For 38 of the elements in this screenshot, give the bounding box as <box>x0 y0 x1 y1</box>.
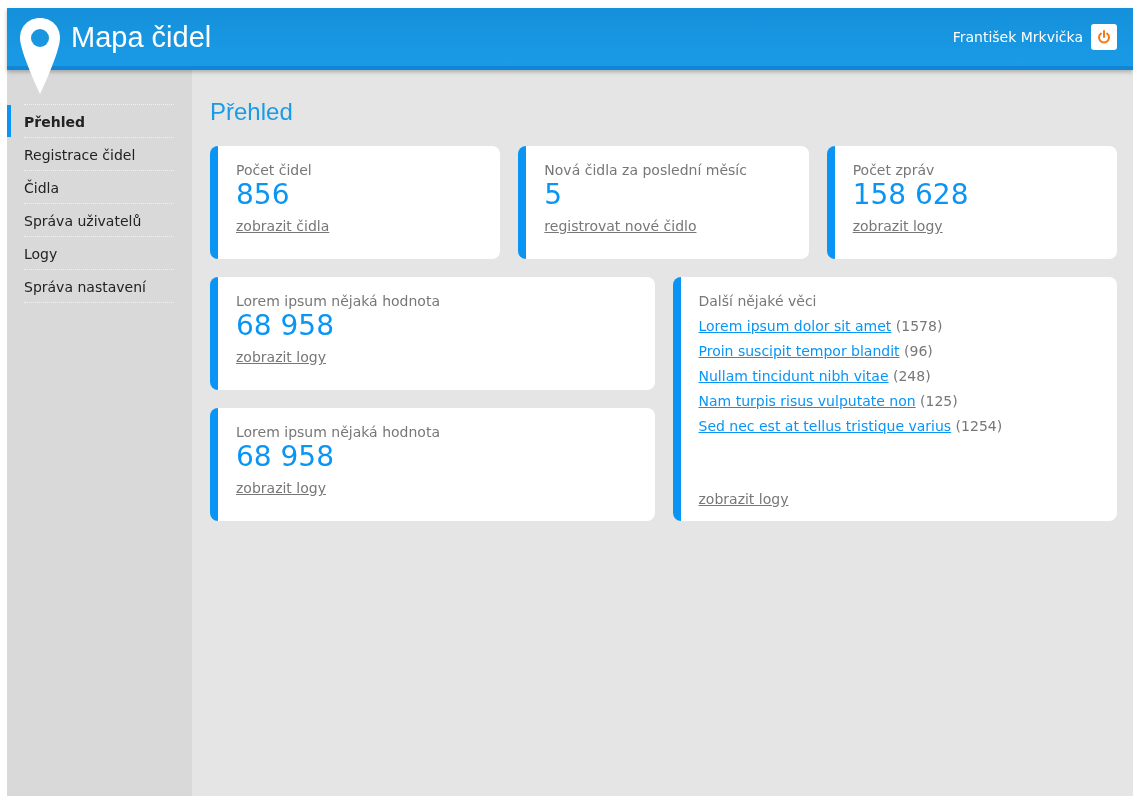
item-link[interactable]: Proin suscipit tempor blandit <box>698 343 900 359</box>
power-icon <box>1097 30 1111 44</box>
stat-value: 5 <box>544 178 564 212</box>
sidebar-item[interactable]: Přehled <box>7 105 174 137</box>
stat-value: 68 958 <box>236 309 335 343</box>
item-link[interactable]: Lorem ipsum dolor sit amet <box>698 318 892 334</box>
card-link[interactable]: zobrazit logy <box>698 491 789 507</box>
item-link[interactable]: Nullam tincidunt nibh vitae <box>698 368 889 384</box>
item-link[interactable]: Sed nec est at tellus tristique varius <box>698 418 952 434</box>
stat-value: 68 958 <box>236 440 335 474</box>
item-count: (1578) <box>895 318 943 334</box>
card-link[interactable]: zobrazit logy <box>852 218 943 234</box>
app-title: Mapa čidel <box>71 20 212 54</box>
sidebar-item[interactable]: Správa uživatelů <box>7 204 174 236</box>
stat-value: 856 <box>236 178 291 212</box>
card-link[interactable]: zobrazit logy <box>236 349 326 365</box>
stat-label: Lorem ipsum nějaká hodnota <box>236 424 441 440</box>
item-count: (125) <box>920 393 958 409</box>
sidebar-item[interactable]: Čidla <box>7 171 174 203</box>
logout-button[interactable] <box>1091 24 1117 50</box>
sidebar-item[interactable]: Logy <box>7 237 174 269</box>
stat-label: Počet čidel <box>236 162 313 178</box>
page-title: Přehled <box>210 98 294 126</box>
card-link[interactable]: registrovat nové čidlo <box>544 218 697 234</box>
item-link[interactable]: Nam turpis risus vulputate non <box>698 393 916 409</box>
stat-label: Počet zpráv <box>852 162 936 178</box>
stat-label: Nová čidla za poslední měsíc <box>544 162 748 178</box>
card-label: Další nějaké věci <box>698 293 818 309</box>
stat-value: 158 628 <box>852 178 970 212</box>
sidebar-item[interactable]: Registrace čidel <box>7 138 174 170</box>
item-count: (96) <box>904 343 933 359</box>
card-link[interactable]: zobrazit čidla <box>236 218 330 234</box>
item-count: (248) <box>893 368 931 384</box>
card-link[interactable]: zobrazit logy <box>236 480 326 496</box>
item-count: (1254) <box>955 418 1003 434</box>
sidebar-item[interactable]: Správa nastavení <box>7 270 174 302</box>
stat-label: Lorem ipsum nějaká hodnota <box>236 293 441 309</box>
user-name: František Mrkvička <box>952 29 1083 45</box>
